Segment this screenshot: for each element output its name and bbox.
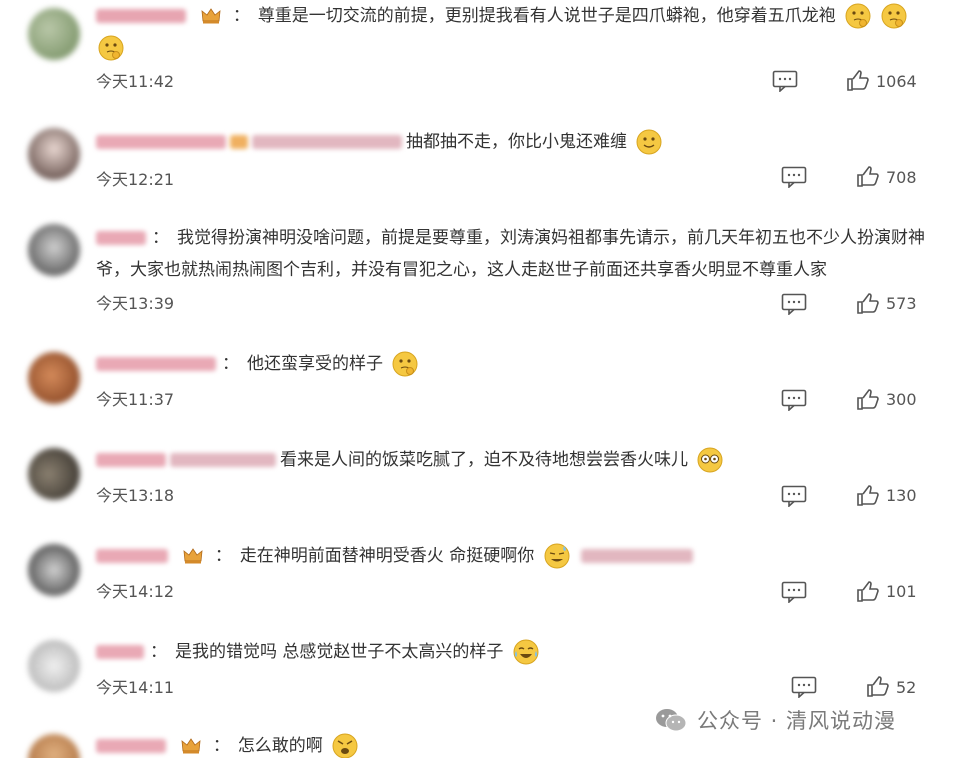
comment-line: ： 是我的错觉吗 总感觉赵世子不太高兴的样子 <box>96 636 936 668</box>
comment-text: 怎么敢的啊 <box>237 736 323 756</box>
comment-icon[interactable] <box>781 293 807 315</box>
comment-line: 看来是人间的饭菜吃腻了，迫不及待地想尝尝香火味儿 <box>96 444 936 476</box>
crown-icon <box>201 8 221 24</box>
colon: ： <box>232 6 250 26</box>
wechat-icon <box>656 709 687 732</box>
like-count: 573 <box>886 294 917 313</box>
avatar[interactable] <box>28 734 80 758</box>
comment-time: 今天11:42 <box>96 72 175 91</box>
avatar[interactable] <box>28 352 80 404</box>
thinking-emoji-icon <box>881 3 907 29</box>
comment-text: 看来是人间的饭菜吃腻了，迫不及待地想尝尝香火味儿 <box>280 450 688 470</box>
avatar[interactable] <box>28 8 80 60</box>
comment-item: ： 走在神明前面替神明受香火 命挺硬啊你 今天14:12 101 <box>0 532 969 628</box>
thumbs-up-icon[interactable] <box>856 581 880 603</box>
shocked-emoji-icon <box>697 447 723 473</box>
like-count: 300 <box>886 390 917 409</box>
thumbs-up-icon[interactable] <box>856 293 880 315</box>
username-blurred[interactable] <box>96 549 168 563</box>
blurred-tag <box>230 135 248 149</box>
comment-line: ：我觉得扮演神明没啥问题，前提是要尊重，刘涛演妈祖都事先请示，前几天年初五也不少… <box>96 222 936 286</box>
smile-emoji-icon <box>636 129 662 155</box>
thumbs-up-icon[interactable] <box>856 389 880 411</box>
like-count: 130 <box>886 486 917 505</box>
comment-time: 今天13:39 <box>96 294 175 313</box>
comment-line: ： 走在神明前面替神明受香火 命挺硬啊你 <box>96 540 936 572</box>
comment-text: 抽都抽不走，你比小鬼还难缠 <box>406 132 627 152</box>
laughing-tears-emoji-icon <box>513 639 539 665</box>
blurred-tag <box>170 453 276 467</box>
like-count: 1064 <box>876 72 917 91</box>
avatar[interactable] <box>28 128 80 180</box>
comment-icon[interactable] <box>781 485 807 507</box>
comment-text: 他还蛮享受的样子 <box>247 354 383 374</box>
like-count: 708 <box>886 168 917 187</box>
colon: ： <box>214 546 232 566</box>
crown-icon <box>181 738 201 754</box>
watermark: 公众号 · 清风说动漫 <box>655 705 896 735</box>
comment-icon[interactable] <box>781 166 807 188</box>
username-blurred[interactable] <box>96 739 166 753</box>
like-count: 52 <box>896 678 917 697</box>
username-blurred[interactable] <box>96 645 144 659</box>
blurred-tag <box>581 549 694 563</box>
sweat-smile-emoji-icon <box>544 543 570 569</box>
comment-item: 抽都抽不走，你比小鬼还难缠 今天12:21 708 <box>0 118 969 214</box>
colon: ： <box>150 642 167 662</box>
comment-time: 今天13:18 <box>96 486 175 505</box>
thinking-emoji-icon <box>392 351 418 377</box>
comment-icon[interactable] <box>791 676 817 698</box>
comment-icon[interactable] <box>781 389 807 411</box>
comment-text: 是我的错觉吗 总感觉赵世子不太高兴的样子 <box>175 642 504 662</box>
comment-text: 尊重是一切交流的前提，更别提我看有人说世子是四爪蟒袍，他穿着五爪龙袍 <box>257 6 836 26</box>
like-count: 101 <box>886 582 917 601</box>
comment-item: ： 他还蛮享受的样子 今天11:37 300 <box>0 340 969 436</box>
thinking-emoji-icon <box>98 35 124 61</box>
comment-item: ：我觉得扮演神明没啥问题，前提是要尊重，刘涛演妈祖都事先请示，前几天年初五也不少… <box>0 218 969 328</box>
avatar[interactable] <box>28 640 80 692</box>
comment-time: 今天14:11 <box>96 678 175 697</box>
thumbs-up-icon[interactable] <box>856 485 880 507</box>
colon: ： <box>212 736 230 756</box>
thumbs-up-icon[interactable] <box>846 70 870 92</box>
comment-text: 我觉得扮演神明没啥问题，前提是要尊重，刘涛演妈祖都事先请示，前几天年初五也不少人… <box>96 228 925 280</box>
comment-text: 走在神明前面替神明受香火 命挺硬啊你 <box>239 546 535 566</box>
thinking-emoji-icon <box>845 3 871 29</box>
comment-icon[interactable] <box>781 581 807 603</box>
username-blurred[interactable] <box>96 135 226 149</box>
username-blurred[interactable] <box>96 9 186 23</box>
crown-icon <box>183 548 203 564</box>
thumbs-up-icon[interactable] <box>866 676 890 698</box>
username-blurred[interactable] <box>96 357 216 371</box>
comment-time: 今天11:37 <box>96 390 175 409</box>
comment-item: ： 尊重是一切交流的前提，更别提我看有人说世子是四爪蟒袍，他穿着五爪龙袍 今天11… <box>0 0 969 96</box>
avatar[interactable] <box>28 224 80 276</box>
comment-line: 抽都抽不走，你比小鬼还难缠 <box>96 126 936 158</box>
angry-emoji-icon <box>332 733 358 758</box>
comment-icon[interactable] <box>772 70 798 92</box>
comment-time: 今天14:12 <box>96 582 175 601</box>
comment-time: 今天12:21 <box>96 170 175 189</box>
comment-line: ： 尊重是一切交流的前提，更别提我看有人说世子是四爪蟒袍，他穿着五爪龙袍 <box>96 0 936 64</box>
blurred-tag <box>252 135 402 149</box>
colon: ： <box>152 228 169 248</box>
avatar[interactable] <box>28 448 80 500</box>
avatar[interactable] <box>28 544 80 596</box>
colon: ： <box>222 354 239 374</box>
thumbs-up-icon[interactable] <box>856 166 880 188</box>
username-blurred[interactable] <box>96 453 166 467</box>
username-blurred[interactable] <box>96 231 146 245</box>
comment-item: 看来是人间的饭菜吃腻了，迫不及待地想尝尝香火味儿 今天13:18 130 <box>0 436 969 532</box>
watermark-text: 公众号 · 清风说动漫 <box>697 709 897 733</box>
comment-line: ： 他还蛮享受的样子 <box>96 348 936 380</box>
